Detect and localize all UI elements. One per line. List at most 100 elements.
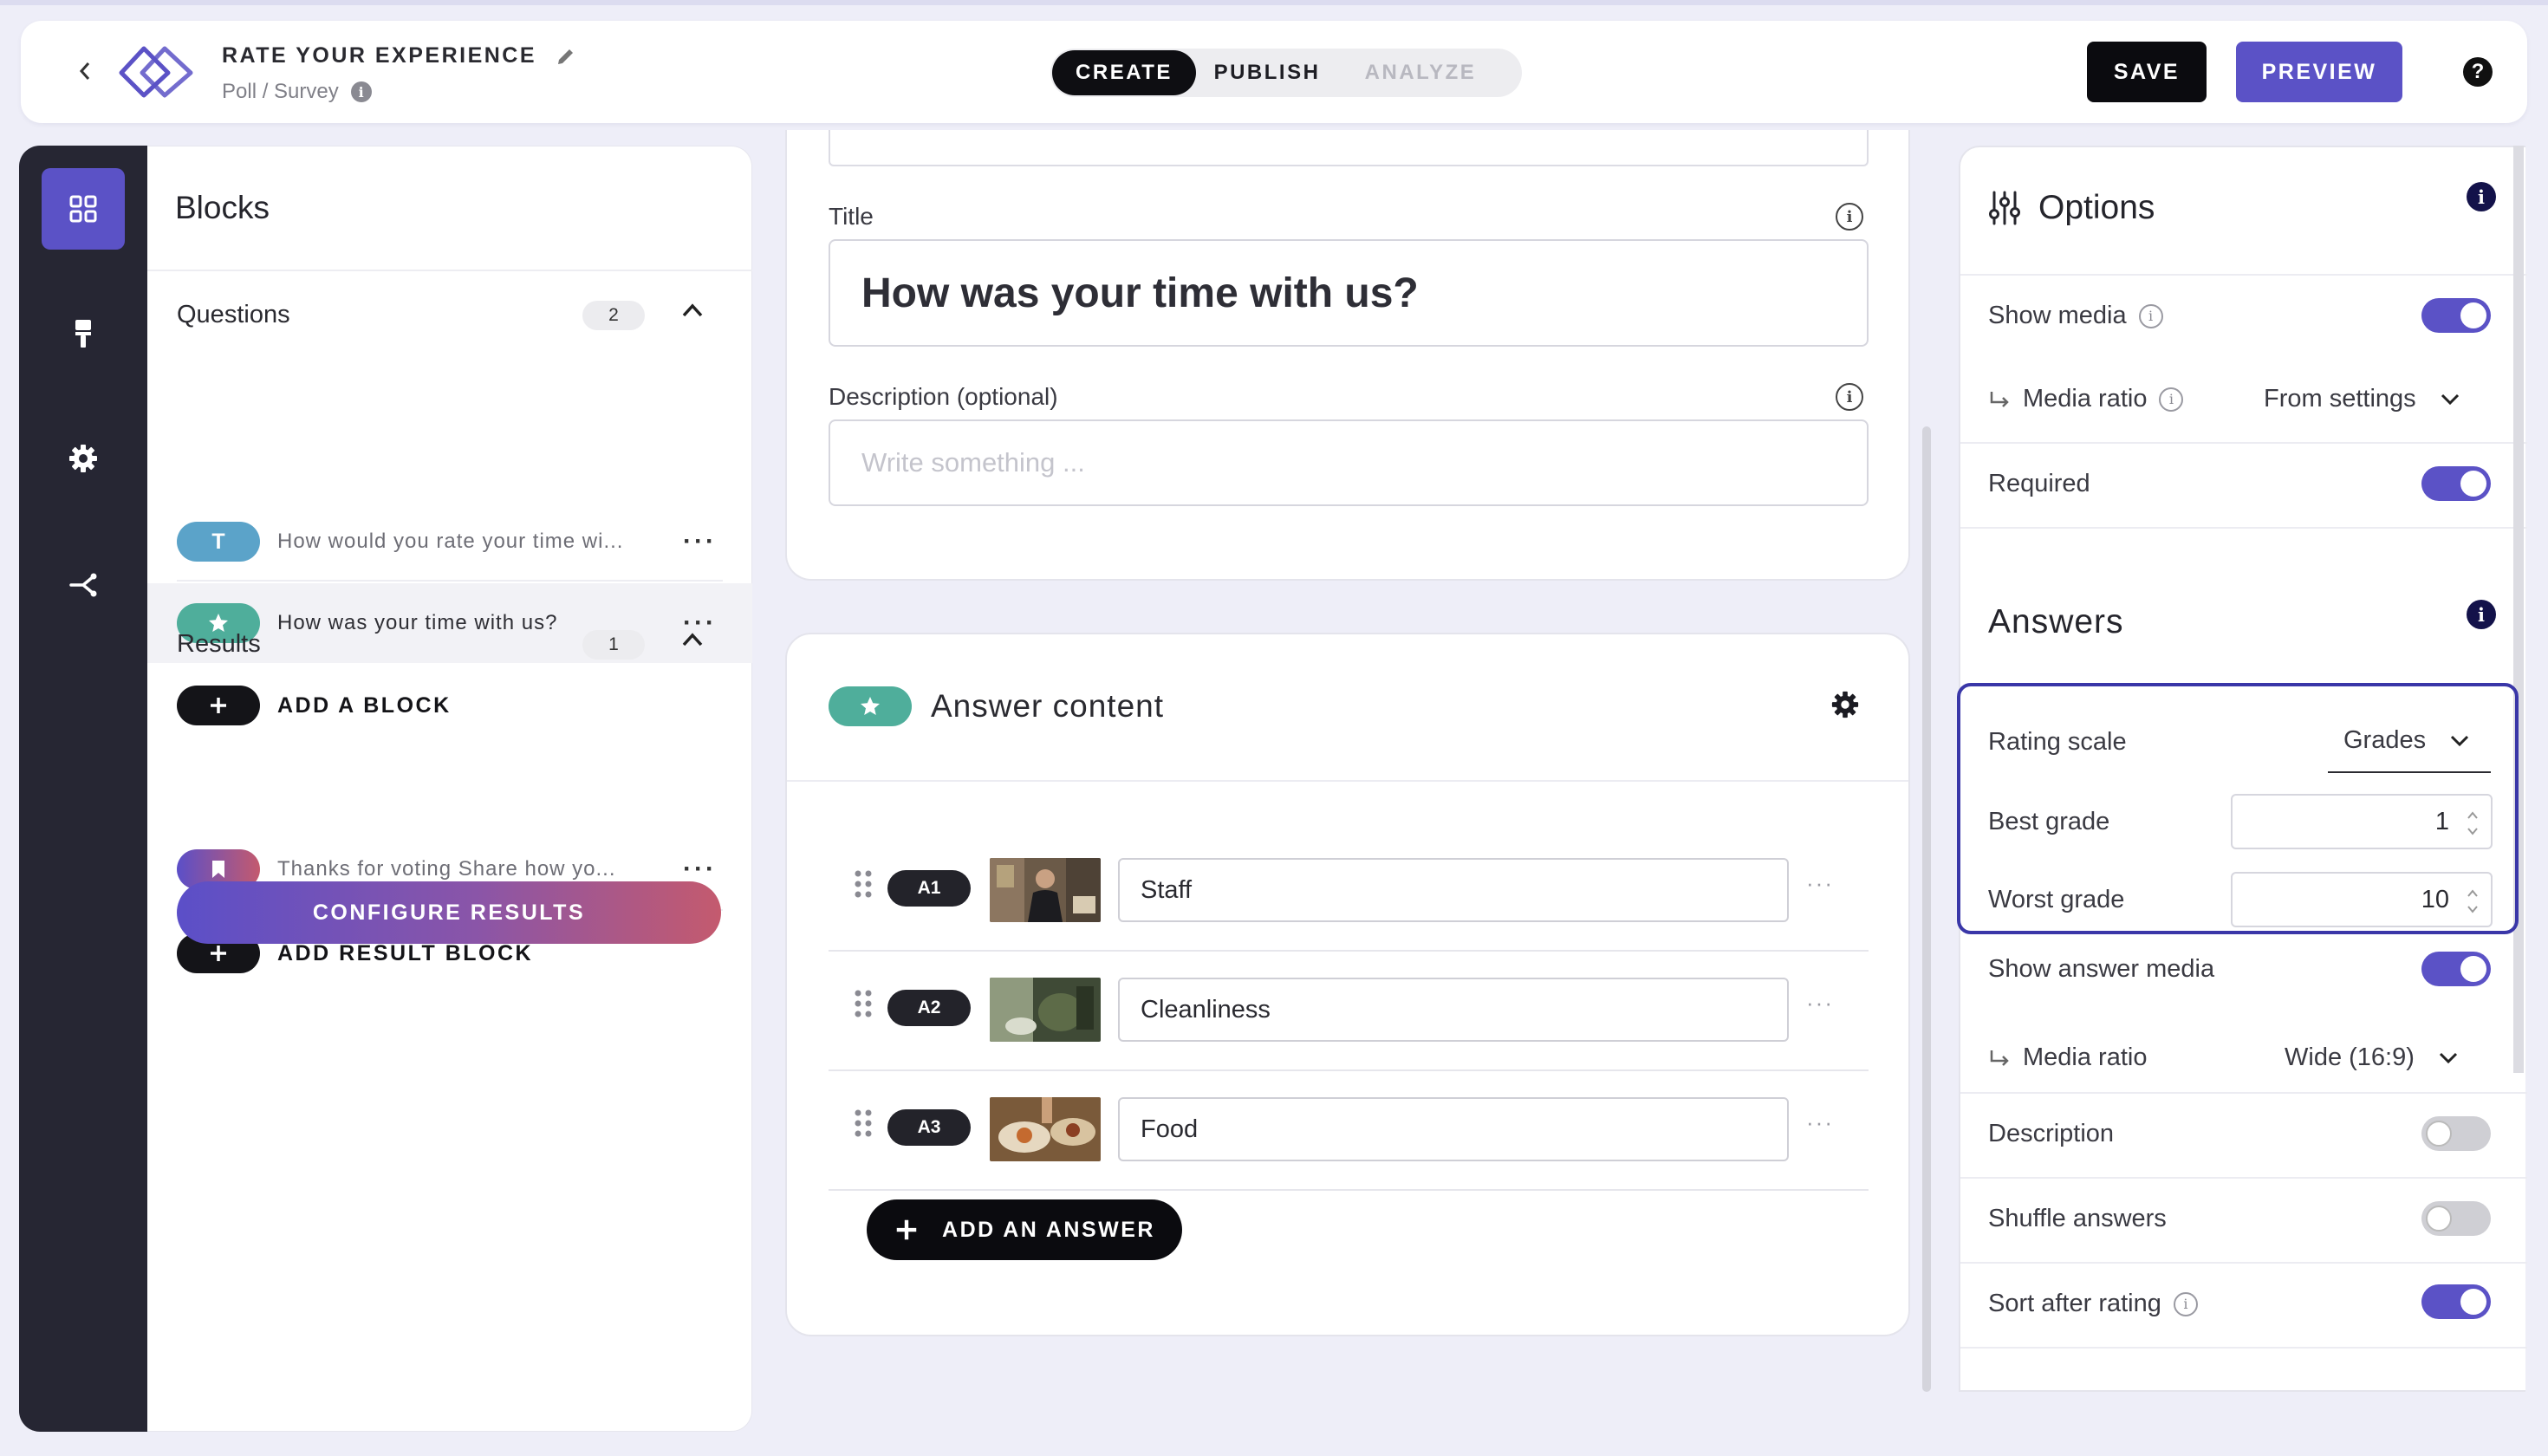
required-toggle[interactable] bbox=[2421, 466, 2491, 501]
info-icon[interactable]: i bbox=[2173, 1291, 2198, 1316]
top-strip bbox=[0, 0, 2548, 5]
tab-publish[interactable]: PUBLISH bbox=[1196, 50, 1338, 95]
media-ratio-label: Media ratio bbox=[2023, 385, 2148, 413]
answer-id-badge: A1 bbox=[887, 870, 971, 907]
results-section-header[interactable]: Results 1 bbox=[177, 627, 723, 661]
show-answer-media-toggle[interactable] bbox=[2421, 952, 2491, 986]
save-button[interactable]: SAVE bbox=[2087, 42, 2207, 102]
answer-row-1: A1 Staff ··· bbox=[829, 832, 1869, 952]
options-header: Options bbox=[1988, 189, 2155, 227]
options-scrollbar[interactable] bbox=[2513, 146, 2524, 1073]
answer-media-ratio-label: Media ratio bbox=[2023, 1043, 2148, 1071]
bookmark-icon bbox=[212, 861, 224, 878]
shuffle-answers-label: Shuffle answers bbox=[1988, 1205, 2167, 1232]
answer-content-title: Answer content bbox=[931, 688, 1165, 724]
edit-title-button[interactable] bbox=[556, 46, 576, 71]
option-description: Description bbox=[1960, 1094, 2527, 1177]
logo-icon bbox=[119, 46, 193, 98]
info-icon[interactable]: i bbox=[2467, 600, 2496, 629]
page-subtitle: Poll / Survey bbox=[222, 80, 339, 104]
result-title: Thanks for voting Share how yo... bbox=[277, 857, 616, 881]
divider bbox=[1960, 527, 2527, 529]
rail-logic-button[interactable] bbox=[42, 544, 125, 626]
title-label: Title bbox=[829, 203, 874, 230]
editor-scrollbar[interactable] bbox=[1922, 426, 1931, 1392]
answer-media-ratio-value: Wide (16:9) bbox=[2285, 1043, 2415, 1071]
drag-handle-icon[interactable] bbox=[853, 868, 874, 900]
divider bbox=[147, 270, 752, 271]
help-icon[interactable]: ? bbox=[2463, 57, 2493, 87]
info-icon[interactable]: i bbox=[2159, 387, 2184, 412]
shuffle-answers-toggle[interactable] bbox=[2421, 1201, 2491, 1236]
previous-field[interactable] bbox=[829, 130, 1869, 166]
divider bbox=[787, 780, 1908, 782]
add-answer-label: ADD AN ANSWER bbox=[942, 1217, 1155, 1242]
answer-image-cleanliness[interactable] bbox=[990, 978, 1101, 1042]
results-count-badge: 1 bbox=[582, 630, 645, 660]
questions-section-header[interactable]: Questions 2 bbox=[177, 297, 723, 332]
gear-icon bbox=[69, 445, 97, 472]
more-options-button[interactable]: ··· bbox=[683, 527, 717, 556]
info-icon[interactable]: i bbox=[2138, 303, 2163, 328]
page-title: RATE YOUR EXPERIENCE bbox=[222, 43, 537, 68]
answer-input[interactable]: Cleanliness bbox=[1118, 978, 1789, 1042]
more-options-button[interactable]: ··· bbox=[1806, 990, 1834, 1017]
tab-create[interactable]: CREATE bbox=[1052, 50, 1196, 95]
add-result-block-label: ADD RESULT BLOCK bbox=[277, 940, 534, 965]
answer-input[interactable]: Food bbox=[1118, 1097, 1789, 1161]
chevron-up-icon bbox=[682, 303, 703, 317]
info-icon[interactable]: i bbox=[1836, 203, 1863, 231]
media-ratio-select[interactable]: From settings bbox=[2264, 385, 2460, 413]
sort-after-rating-label: Sort after rating bbox=[1988, 1290, 2161, 1317]
chevron-down-icon bbox=[2439, 1052, 2457, 1063]
sub-arrow-icon bbox=[1990, 1050, 2009, 1066]
collapse-results-button[interactable] bbox=[681, 632, 704, 652]
rail-design-button[interactable] bbox=[42, 293, 125, 374]
info-icon[interactable]: i bbox=[1836, 383, 1863, 411]
answer-row-3: A3 Food ··· bbox=[829, 1071, 1869, 1191]
show-answer-media-label: Show answer media bbox=[1988, 955, 2215, 983]
app-logo[interactable] bbox=[118, 43, 196, 101]
blocks-panel: Blocks Questions 2 T How would you rate … bbox=[147, 146, 752, 1432]
questions-count-badge: 2 bbox=[582, 301, 645, 330]
preview-button[interactable]: PREVIEW bbox=[2236, 42, 2402, 102]
drag-handle-icon[interactable] bbox=[853, 988, 874, 1019]
configure-results-button[interactable]: CONFIGURE RESULTS bbox=[177, 881, 721, 944]
answer-input[interactable]: Staff bbox=[1118, 858, 1789, 922]
more-options-button[interactable]: ··· bbox=[683, 855, 717, 884]
question-item-1[interactable]: T How would you rate your time wi... ··· bbox=[147, 502, 752, 582]
add-block-button[interactable]: ADD A BLOCK bbox=[177, 686, 452, 725]
answer-image-food[interactable] bbox=[990, 1097, 1101, 1161]
divider bbox=[177, 580, 723, 582]
answer-image-staff[interactable] bbox=[990, 858, 1101, 922]
answer-settings-button[interactable] bbox=[1830, 690, 1860, 724]
answer-media-ratio-select[interactable]: Wide (16:9) bbox=[2285, 1043, 2458, 1072]
drag-handle-icon[interactable] bbox=[853, 1108, 874, 1139]
answer-content-card: Answer content A1 Staff ··· A2 Cleanline… bbox=[785, 633, 1910, 1336]
tab-analyze[interactable]: ANALYZE bbox=[1338, 50, 1503, 95]
show-media-toggle[interactable] bbox=[2421, 298, 2491, 333]
title-input[interactable]: How was your time with us? bbox=[829, 239, 1869, 347]
mode-switcher: CREATE PUBLISH ANALYZE bbox=[1050, 49, 1522, 97]
description-input[interactable]: Write something ... bbox=[829, 419, 1869, 506]
back-button[interactable] bbox=[71, 57, 99, 85]
collapse-questions-button[interactable] bbox=[681, 302, 704, 322]
chevron-left-icon bbox=[79, 62, 90, 80]
sort-after-rating-toggle[interactable] bbox=[2421, 1284, 2491, 1319]
answer-id-badge: A3 bbox=[887, 1109, 971, 1146]
add-answer-button[interactable]: ADD AN ANSWER bbox=[867, 1199, 1182, 1260]
rail-settings-button[interactable] bbox=[42, 418, 125, 499]
info-icon[interactable]: i bbox=[2467, 182, 2496, 211]
paint-roller-icon bbox=[75, 320, 91, 348]
pencil-icon bbox=[558, 49, 574, 65]
chevron-down-icon bbox=[2441, 393, 2459, 405]
info-icon[interactable]: i bbox=[350, 81, 372, 103]
description-toggle[interactable] bbox=[2421, 1116, 2491, 1151]
more-options-button[interactable]: ··· bbox=[1806, 1109, 1834, 1136]
more-options-button[interactable]: ··· bbox=[1806, 870, 1834, 897]
left-rail bbox=[19, 146, 147, 1432]
question-editor-card: Title i How was your time with us? Descr… bbox=[785, 130, 1910, 581]
answer-row-2: A2 Cleanliness ··· bbox=[829, 952, 1869, 1071]
rail-blocks-button[interactable] bbox=[42, 168, 125, 250]
rating-type-badge bbox=[829, 686, 912, 726]
